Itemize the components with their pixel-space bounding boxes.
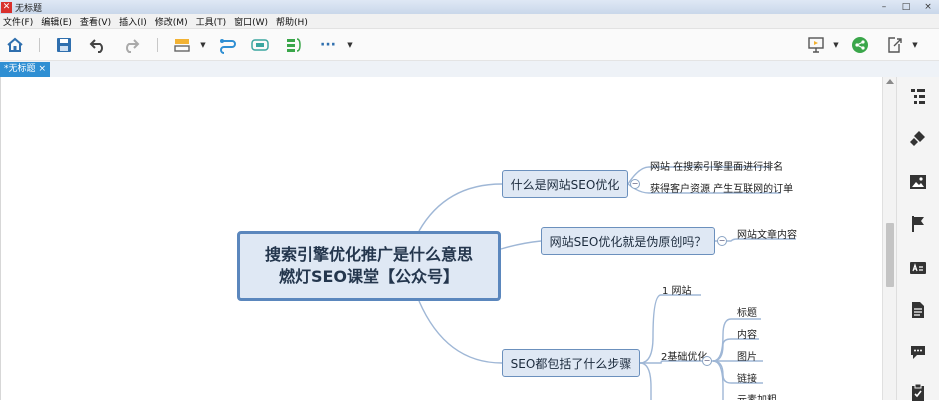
scroll-up-icon[interactable] (886, 79, 894, 84)
menu-help[interactable]: 帮助(H) (272, 15, 312, 28)
redo-button[interactable] (121, 35, 141, 55)
menu-edit[interactable]: 编辑(E) (37, 15, 76, 28)
home-icon (7, 37, 23, 52)
undo-icon (89, 39, 103, 53)
menu-tools[interactable]: 工具(T) (192, 15, 231, 28)
relationship-button[interactable] (218, 35, 238, 55)
share-button[interactable] (850, 35, 870, 55)
collapse-toggle-icon[interactable]: − (702, 356, 712, 366)
image-icon (910, 175, 926, 189)
maximize-button[interactable]: □ (895, 0, 917, 14)
subtopic-customers[interactable]: 获得客户资源 产生互联网的订单 (650, 180, 793, 195)
label-button[interactable] (907, 257, 929, 279)
collapse-toggle-icon[interactable]: − (630, 179, 640, 189)
clipboard-check-icon (912, 383, 924, 401)
comments-button[interactable] (907, 341, 929, 363)
more-dropdown-chevron-icon[interactable]: ▼ (346, 39, 354, 51)
home-button[interactable] (5, 35, 25, 55)
topic-seo-steps[interactable]: SEO都包括了什么步骤 (502, 349, 640, 377)
toolbar-separator (157, 38, 158, 52)
subtopic-basic-optimization[interactable]: 2基础优化 (661, 348, 707, 363)
more-button[interactable]: ··· (318, 35, 338, 55)
outline-icon (911, 89, 925, 104)
menu-window[interactable]: 窗口(W) (230, 15, 272, 28)
menu-view[interactable]: 查看(V) (76, 15, 115, 28)
menu-modify[interactable]: 修改(M) (151, 15, 192, 28)
subtopic-website[interactable]: 1 网站 (662, 282, 692, 297)
topic-icon (174, 39, 190, 52)
subtopic-article-content[interactable]: 网站文章内容 (737, 226, 797, 241)
share-icon (852, 37, 868, 53)
undo-button[interactable] (88, 35, 108, 55)
redo-icon (126, 39, 140, 53)
summary-icon (287, 38, 301, 52)
topic-button[interactable] (172, 35, 192, 55)
menu-file[interactable]: 文件(F) (0, 15, 37, 28)
format-button[interactable] (907, 127, 929, 149)
notes-icon (912, 302, 924, 318)
export-icon (888, 37, 902, 53)
minimize-button[interactable]: – (873, 0, 895, 14)
menu-bar: 文件(F) 编辑(E) 查看(V) 插入(I) 修改(M) 工具(T) 窗口(W… (0, 14, 939, 29)
image-button[interactable] (907, 171, 929, 193)
subtopic-ranking[interactable]: 网站 在搜索引擎里面进行排名 (650, 158, 783, 173)
topic-seo-pseudo-original[interactable]: 网站SEO优化就是伪原创吗？ (541, 227, 715, 255)
summary-button[interactable] (284, 35, 304, 55)
menu-insert[interactable]: 插入(I) (115, 15, 151, 28)
label-icon (910, 262, 926, 274)
comment-icon (911, 346, 925, 359)
topic-dropdown-chevron-icon[interactable]: ▼ (199, 39, 207, 51)
window-controls: – □ × (873, 0, 939, 14)
title-bar: ✕ 无标题 – □ × (0, 0, 939, 14)
tab-untitled[interactable]: *无标题 × (0, 62, 50, 77)
save-icon (57, 38, 71, 52)
subtopic-content[interactable]: 内容 (737, 326, 757, 341)
paintbrush-icon (910, 131, 925, 146)
subtopic-bold-elements[interactable]: 元素加粗 (737, 391, 777, 400)
subtopic-images[interactable]: 图片 (737, 348, 757, 363)
toolbar: ▼ ··· ▼ ▼ ▼ (0, 29, 939, 61)
root-topic[interactable]: 搜索引擎优化推广是什么意思 燃灯SEO课堂【公众号】 (237, 231, 501, 301)
flag-icon (912, 216, 924, 232)
scrollbar-thumb[interactable] (886, 223, 894, 287)
vertical-scrollbar[interactable] (882, 77, 896, 400)
export-button[interactable] (884, 35, 904, 55)
tab-close-icon[interactable]: × (38, 62, 46, 77)
save-button[interactable] (54, 35, 74, 55)
subtopic-title[interactable]: 标题 (737, 304, 757, 319)
collapse-toggle-icon[interactable]: − (717, 236, 727, 246)
subtopic-links[interactable]: 链接 (737, 370, 757, 385)
root-topic-line1: 搜索引擎优化推广是什么意思 (264, 245, 473, 264)
boundary-icon (251, 39, 269, 51)
presentation-button[interactable] (806, 35, 826, 55)
right-side-panel (896, 77, 939, 401)
window-title: 无标题 (15, 3, 43, 14)
marker-button[interactable] (907, 213, 929, 235)
tab-label: *无标题 (4, 64, 36, 74)
toolbar-separator (39, 38, 40, 52)
close-button[interactable]: × (917, 0, 939, 14)
export-dropdown-chevron-icon[interactable]: ▼ (911, 39, 919, 51)
document-tab-strip: *无标题 × (0, 61, 939, 77)
boundary-button[interactable] (250, 35, 270, 55)
presentation-dropdown-chevron-icon[interactable]: ▼ (832, 39, 840, 51)
root-topic-line2: 燃灯SEO课堂【公众号】 (278, 267, 460, 286)
mindmap-canvas[interactable]: 搜索引擎优化推广是什么意思 燃灯SEO课堂【公众号】 什么是网站SEO优化 − … (0, 77, 882, 400)
outline-button[interactable] (907, 85, 929, 107)
app-logo-icon: ✕ (1, 1, 12, 13)
presentation-icon (808, 37, 824, 53)
topic-what-is-seo[interactable]: 什么是网站SEO优化 (502, 170, 628, 198)
relationship-icon (220, 39, 236, 54)
notes-button[interactable] (907, 299, 929, 321)
